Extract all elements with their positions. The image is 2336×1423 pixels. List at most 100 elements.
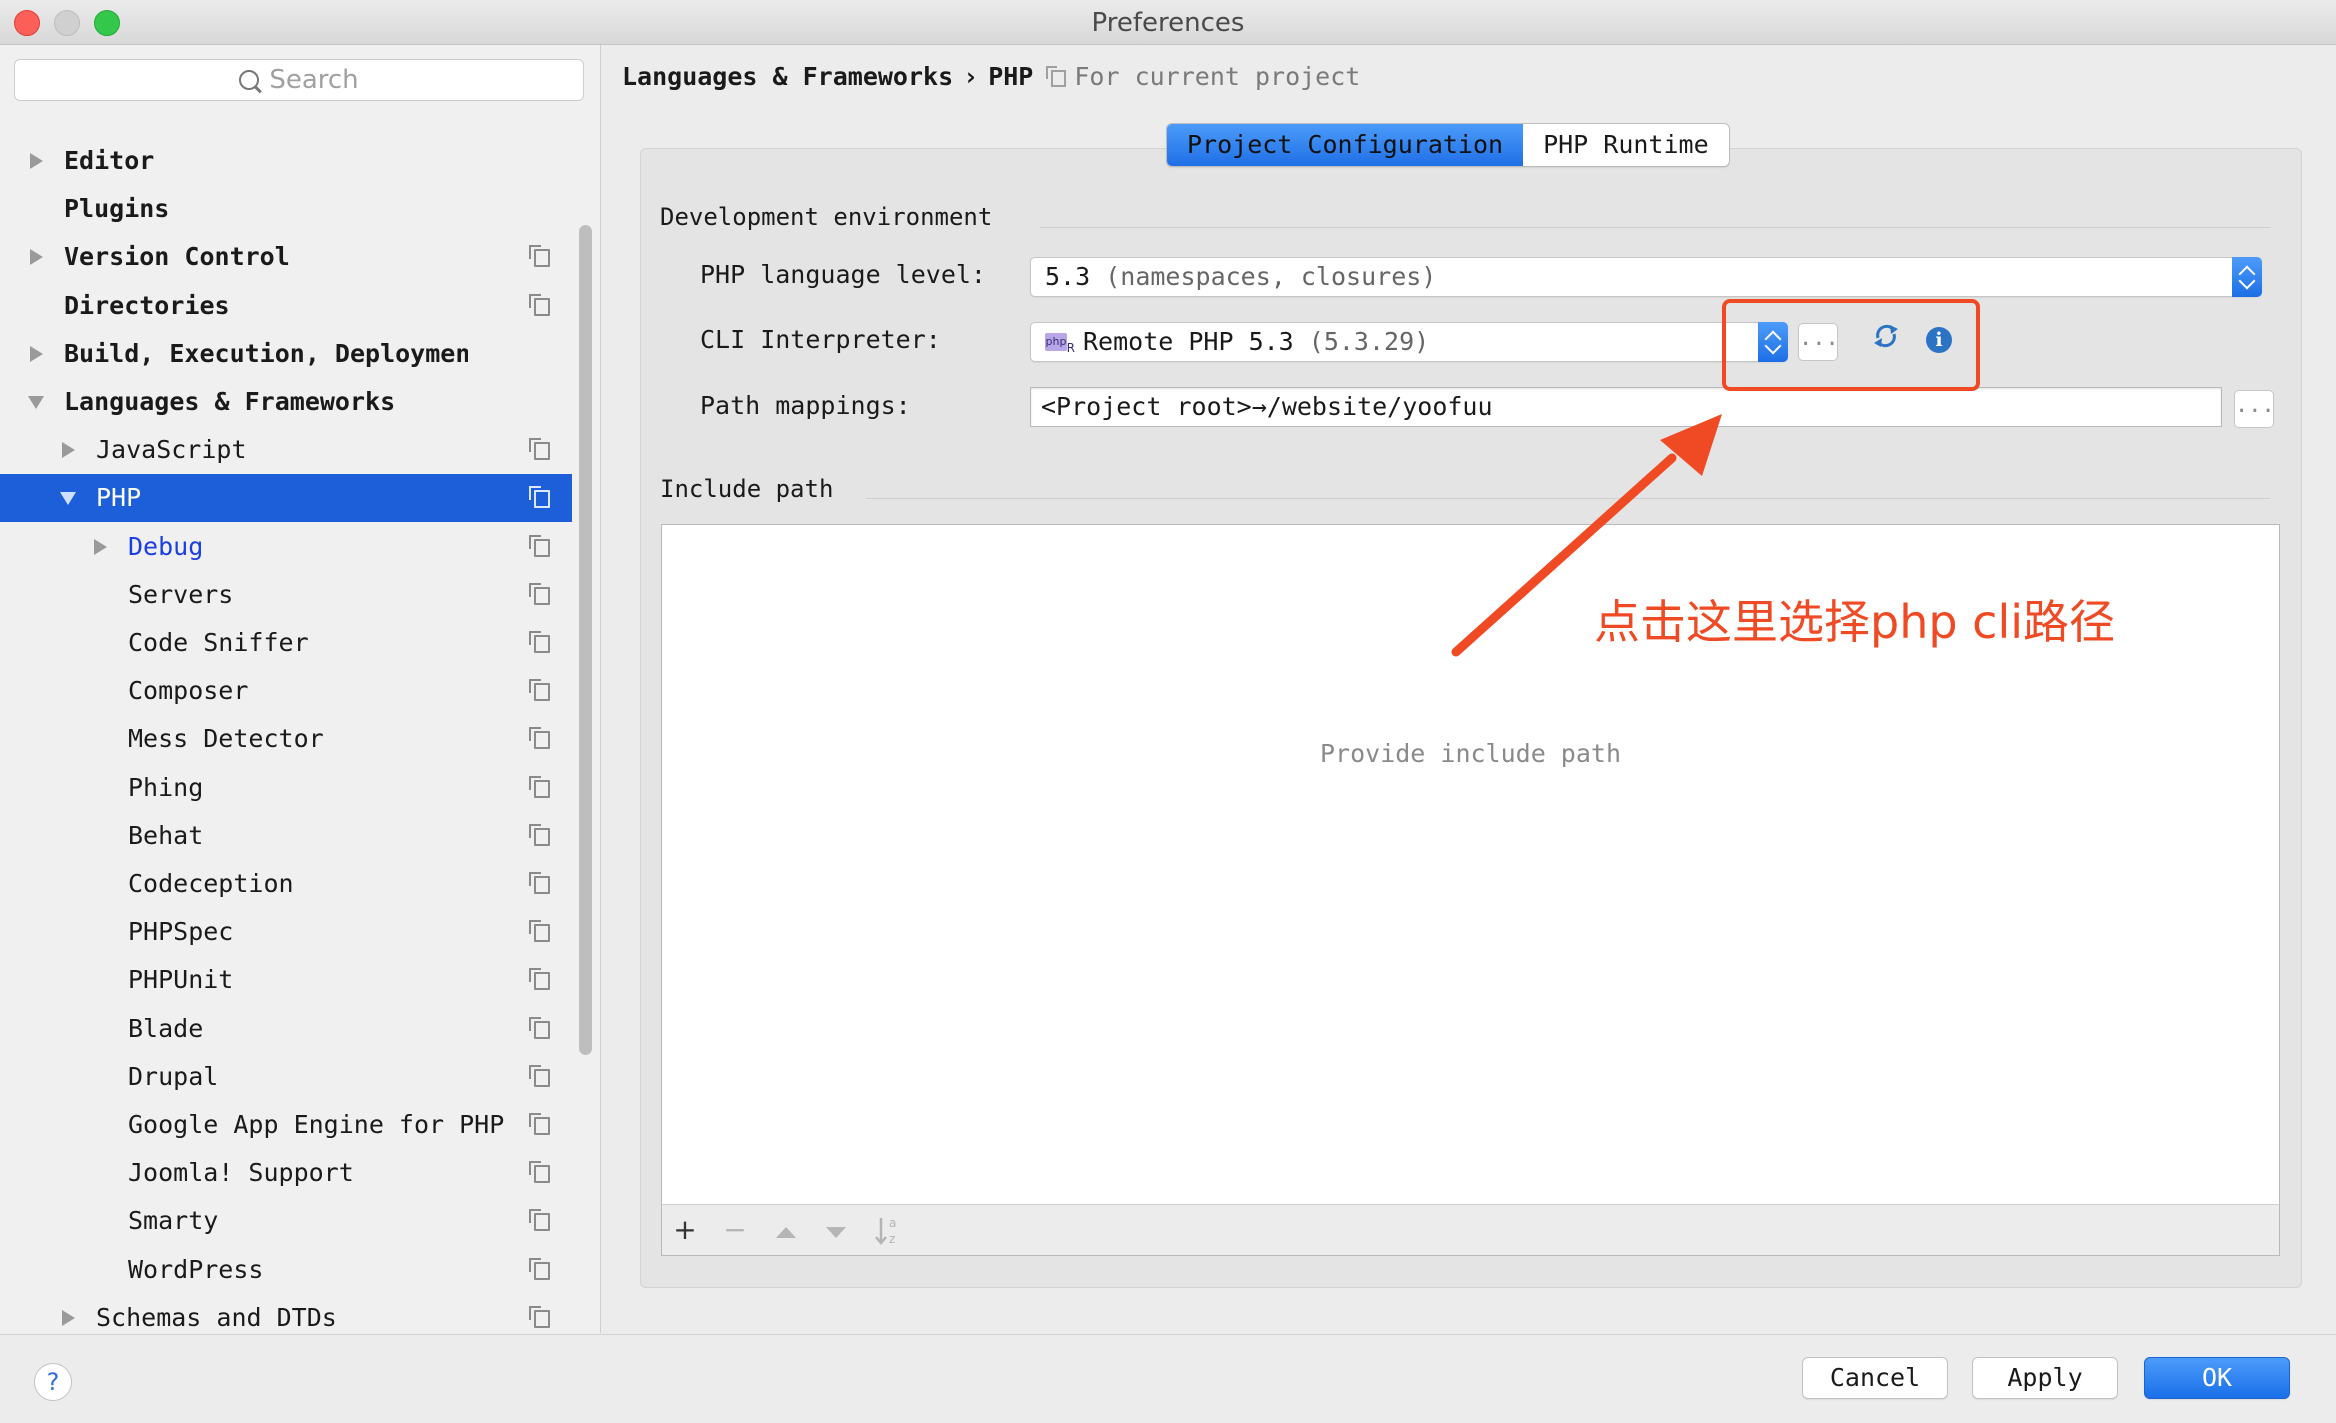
cli-interpreter-hint: (5.3.29) bbox=[1308, 327, 1430, 356]
sidebar-item-label: Smarty bbox=[128, 1206, 219, 1235]
expand-arrow-icon[interactable] bbox=[30, 153, 43, 169]
sidebar-item-debug[interactable]: Debug bbox=[0, 523, 572, 571]
path-mappings-browse-button[interactable]: ... bbox=[2234, 390, 2275, 428]
sidebar-item-label: Codeception bbox=[128, 869, 294, 898]
sidebar-item-editor[interactable]: Editor bbox=[0, 137, 572, 185]
help-button[interactable]: ? bbox=[34, 1363, 72, 1401]
sidebar-item-label: Version Control bbox=[64, 242, 290, 271]
expand-arrow-icon[interactable] bbox=[94, 539, 107, 555]
sidebar-item-label: Plugins bbox=[64, 194, 170, 223]
php-remote-icon: php bbox=[1045, 333, 1075, 357]
sidebar-item-javascript[interactable]: JavaScript bbox=[0, 426, 572, 474]
sidebar-item-label: Blade bbox=[128, 1014, 204, 1043]
language-level-select[interactable]: 5.3 (namespaces, closures) bbox=[1030, 257, 2262, 297]
sidebar-scrollbar-thumb[interactable] bbox=[579, 225, 592, 1055]
sidebar-item-servers[interactable]: Servers bbox=[0, 571, 572, 619]
project-scope-icon bbox=[529, 438, 550, 460]
cancel-button[interactable]: Cancel bbox=[1802, 1357, 1948, 1399]
cli-interpreter-label: CLI Interpreter: bbox=[700, 325, 941, 354]
sidebar-item-plugins[interactable]: Plugins bbox=[0, 185, 572, 233]
sidebar-item-schemas-and-dtds[interactable]: Schemas and DTDs bbox=[0, 1294, 572, 1333]
project-scope-icon bbox=[529, 535, 550, 557]
expand-arrow-icon[interactable] bbox=[30, 346, 43, 362]
sidebar-item-label: Debug bbox=[128, 532, 204, 561]
dev-env-section-title: Development environment bbox=[660, 203, 993, 231]
project-scope-icon bbox=[529, 1306, 550, 1328]
sidebar-item-drupal[interactable]: Drupal bbox=[0, 1053, 572, 1101]
include-path-toolbar: + − a z bbox=[661, 1204, 2280, 1256]
preferences-window: Preferences Search Editor Plugins Version … bbox=[0, 0, 2336, 1423]
sort-az-icon[interactable]: a z bbox=[874, 1215, 904, 1247]
sidebar-item-label: PHPSpec bbox=[128, 917, 234, 946]
window-title: Preferences bbox=[1091, 8, 1245, 38]
sidebar-item-label: PHPUnit bbox=[128, 965, 234, 994]
tab-project-configuration[interactable]: Project Configuration bbox=[1167, 124, 1524, 166]
add-icon[interactable]: + bbox=[670, 1215, 700, 1245]
sidebar-item-code-sniffer[interactable]: Code Sniffer bbox=[0, 619, 572, 667]
sidebar-item-label: Behat bbox=[128, 821, 204, 850]
config-tabs: Project Configuration PHP Runtime bbox=[1166, 123, 1730, 167]
expand-arrow-icon[interactable] bbox=[62, 442, 75, 458]
settings-sidebar: Search Editor Plugins Version Control Direc… bbox=[0, 45, 601, 1333]
path-mappings-field[interactable]: <Project root>→/website/yoofuu bbox=[1030, 387, 2222, 427]
sidebar-item-google-app-engine-for-php[interactable]: Google App Engine for PHP bbox=[0, 1101, 572, 1149]
sidebar-item-label: Composer bbox=[128, 676, 249, 705]
sidebar-item-label: Schemas and DTDs bbox=[96, 1303, 337, 1332]
project-scope-icon bbox=[529, 679, 550, 701]
path-mappings-label: Path mappings: bbox=[700, 391, 911, 420]
sidebar-item-version-control[interactable]: Version Control bbox=[0, 233, 572, 281]
tab-php-runtime[interactable]: PHP Runtime bbox=[1523, 124, 1729, 166]
sidebar-item-languages-frameworks[interactable]: Languages & Frameworks bbox=[0, 378, 572, 426]
move-down-icon[interactable] bbox=[826, 1227, 846, 1238]
sidebar-item-php[interactable]: PHP bbox=[0, 474, 572, 522]
sidebar-item-phpunit[interactable]: PHPUnit bbox=[0, 956, 572, 1004]
include-path-section-title: Include path bbox=[660, 475, 834, 503]
project-scope-icon bbox=[529, 1161, 550, 1183]
sidebar-item-blade[interactable]: Blade bbox=[0, 1005, 572, 1053]
cli-interpreter-select[interactable]: php Remote PHP 5.3 (5.3.29) bbox=[1030, 322, 1788, 362]
sidebar-item-phpspec[interactable]: PHPSpec bbox=[0, 908, 572, 956]
project-scope-icon bbox=[529, 1209, 550, 1231]
search-icon bbox=[239, 70, 260, 90]
sidebar-item-smarty[interactable]: Smarty bbox=[0, 1197, 572, 1245]
sidebar-item-wordpress[interactable]: WordPress bbox=[0, 1246, 572, 1294]
section-divider bbox=[1040, 227, 2270, 228]
svg-text:a: a bbox=[889, 1216, 896, 1230]
sidebar-item-behat[interactable]: Behat bbox=[0, 812, 572, 860]
sidebar-item-mess-detector[interactable]: Mess Detector bbox=[0, 715, 572, 763]
include-path-empty-text: Provide include path bbox=[1319, 739, 1622, 768]
sidebar-item-label: Directories bbox=[64, 291, 230, 320]
expand-arrow-icon[interactable] bbox=[30, 249, 43, 265]
sidebar-item-composer[interactable]: Composer bbox=[0, 667, 572, 715]
collapse-arrow-icon[interactable] bbox=[60, 492, 76, 505]
sidebar-item-label: Phing bbox=[128, 773, 204, 802]
project-scope-icon bbox=[529, 1065, 550, 1087]
expand-arrow-icon[interactable] bbox=[62, 1310, 75, 1326]
move-up-icon[interactable] bbox=[776, 1227, 796, 1238]
sidebar-item-label: WordPress bbox=[128, 1255, 264, 1284]
sidebar-item-label: Code Sniffer bbox=[128, 628, 309, 657]
sidebar-item-phing[interactable]: Phing bbox=[0, 764, 572, 812]
sidebar-item-label: Google App Engine for PHP bbox=[128, 1110, 505, 1139]
apply-button[interactable]: Apply bbox=[1972, 1357, 2118, 1399]
project-scope-icon bbox=[529, 968, 550, 990]
collapse-arrow-icon[interactable] bbox=[28, 396, 44, 409]
sidebar-item-joomla-support[interactable]: Joomla! Support bbox=[0, 1149, 572, 1197]
project-scope-icon bbox=[529, 486, 550, 508]
project-scope-icon bbox=[529, 1017, 550, 1039]
search-placeholder: Search bbox=[269, 65, 359, 95]
ok-button[interactable]: OK bbox=[2144, 1357, 2290, 1399]
sidebar-item-codeception[interactable]: Codeception bbox=[0, 860, 572, 908]
search-input[interactable]: Search bbox=[14, 59, 584, 101]
sidebar-item-build-execution-deployment[interactable]: Build, Execution, Deployment bbox=[0, 330, 572, 378]
breadcrumb-languages-frameworks[interactable]: Languages & Frameworks bbox=[622, 62, 953, 91]
cli-interpreter-value: Remote PHP 5.3 bbox=[1083, 327, 1294, 356]
remove-icon[interactable]: − bbox=[720, 1215, 750, 1245]
sidebar-item-label: Mess Detector bbox=[128, 724, 324, 753]
sidebar-item-directories[interactable]: Directories bbox=[0, 282, 572, 330]
sidebar-item-label: JavaScript bbox=[96, 435, 247, 464]
language-level-hint: (namespaces, closures) bbox=[1105, 262, 1437, 291]
project-scope-icon bbox=[529, 583, 550, 605]
breadcrumb: Languages & Frameworks › PHP For current pr… bbox=[622, 62, 1360, 91]
project-scope-icon bbox=[529, 294, 550, 316]
